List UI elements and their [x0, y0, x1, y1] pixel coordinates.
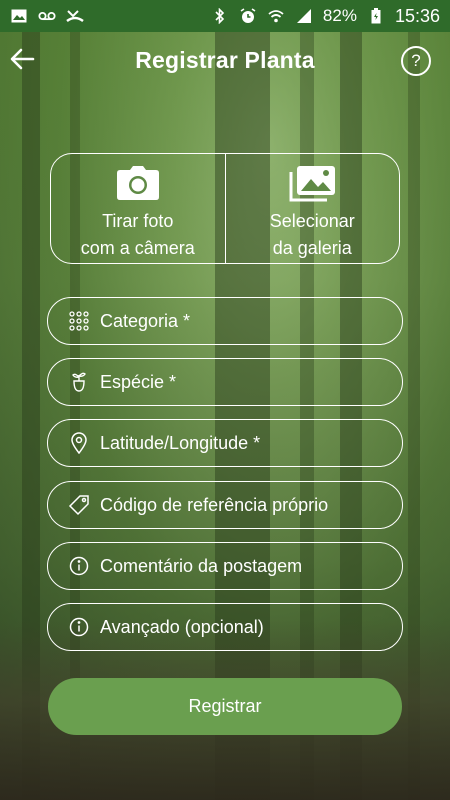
species-field[interactable]: Espécie *: [47, 358, 403, 406]
take-photo-button[interactable]: Tirar foto com a câmera: [51, 154, 225, 263]
battery-icon: [367, 8, 385, 24]
sprout-icon: [68, 371, 90, 393]
help-button[interactable]: ?: [401, 46, 431, 76]
status-bar: 82% 15:36: [0, 0, 450, 32]
location-pin-icon: [68, 432, 90, 454]
reference-code-field[interactable]: Código de referência próprio: [47, 481, 403, 529]
camera-icon: [116, 166, 159, 202]
voicemail-icon: [38, 9, 56, 23]
wifi-icon: [267, 9, 285, 23]
register-label: Registrar: [188, 696, 262, 716]
advanced-label: Avançado (opcional): [100, 616, 264, 637]
info-icon: [68, 555, 90, 577]
photo-source-box: Tirar foto com a câmera Selecionar da ga…: [50, 153, 400, 264]
info-icon: [68, 616, 90, 638]
tag-icon: [68, 494, 90, 516]
species-label: Espécie *: [100, 371, 177, 392]
image-icon: [10, 9, 28, 23]
category-field[interactable]: Categoria *: [47, 297, 403, 345]
clock: 15:36: [394, 5, 440, 26]
help-icon: ?: [411, 51, 421, 70]
reference-code-label: Código de referência próprio: [100, 494, 329, 515]
comment-field[interactable]: Comentário da postagem: [47, 542, 403, 590]
register-button[interactable]: Registrar: [48, 678, 402, 735]
grid-dots-icon: [68, 310, 90, 332]
select-gallery-button[interactable]: Selecionar da galeria: [224, 154, 400, 263]
app-header: Registrar Planta ?: [0, 32, 450, 88]
latlng-field[interactable]: Latitude/Longitude *: [47, 419, 403, 467]
select-gallery-label: Selecionar da galeria: [269, 211, 355, 258]
page-title: Registrar Planta: [135, 46, 315, 73]
gallery-icon: [289, 166, 336, 202]
back-arrow-icon[interactable]: [8, 44, 38, 74]
alarm-icon: [239, 8, 257, 23]
advanced-field[interactable]: Avançado (opcional): [47, 603, 403, 651]
latlng-label: Latitude/Longitude *: [100, 432, 261, 453]
comment-label: Comentário da postagem: [100, 555, 303, 576]
category-label: Categoria *: [100, 310, 191, 331]
bluetooth-icon: [211, 8, 229, 24]
take-photo-label: Tirar foto com a câmera: [80, 211, 195, 258]
battery-percent: 82%: [322, 6, 357, 25]
missed-call-icon: [66, 9, 84, 23]
signal-icon: [295, 9, 313, 23]
